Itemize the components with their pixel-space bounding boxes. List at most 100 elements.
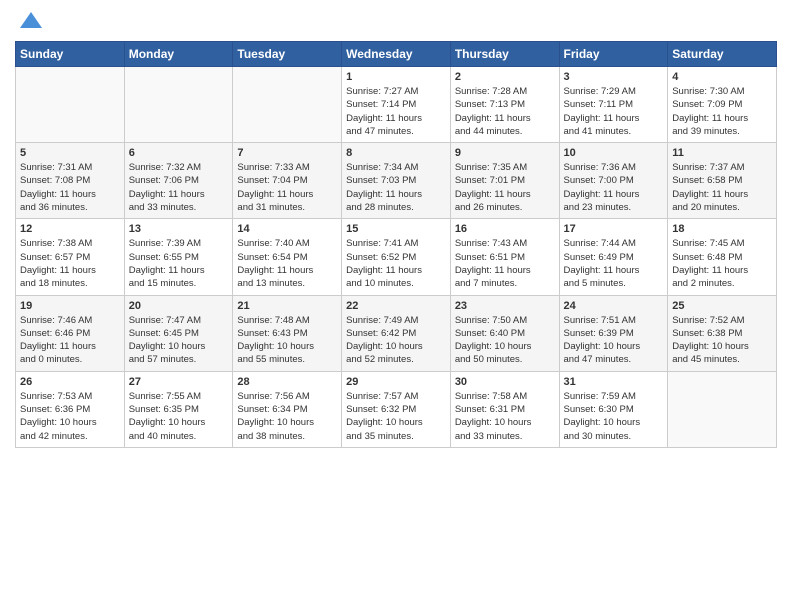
day-info: Sunrise: 7:27 AM Sunset: 7:14 PM Dayligh… xyxy=(346,85,446,138)
day-info: Sunrise: 7:49 AM Sunset: 6:42 PM Dayligh… xyxy=(346,314,446,367)
calendar-cell: 24 Sunrise: 7:51 AM Sunset: 6:39 PM Dayli… xyxy=(559,295,668,371)
logo-icon xyxy=(20,12,42,33)
day-number: 16 xyxy=(455,223,555,235)
day-number: 25 xyxy=(672,300,772,312)
day-number: 9 xyxy=(455,147,555,159)
day-number: 2 xyxy=(455,71,555,83)
day-info: Sunrise: 7:28 AM Sunset: 7:13 PM Dayligh… xyxy=(455,85,555,138)
day-info: Sunrise: 7:55 AM Sunset: 6:35 PM Dayligh… xyxy=(129,390,229,443)
day-number: 29 xyxy=(346,376,446,388)
day-info: Sunrise: 7:50 AM Sunset: 6:40 PM Dayligh… xyxy=(455,314,555,367)
day-number: 30 xyxy=(455,376,555,388)
day-number: 10 xyxy=(564,147,664,159)
day-info: Sunrise: 7:32 AM Sunset: 7:06 PM Dayligh… xyxy=(129,161,229,214)
calendar-cell: 11 Sunrise: 7:37 AM Sunset: 6:58 PM Dayli… xyxy=(668,143,777,219)
day-info: Sunrise: 7:39 AM Sunset: 6:55 PM Dayligh… xyxy=(129,237,229,290)
weekday-header-monday: Monday xyxy=(124,42,233,67)
day-info: Sunrise: 7:48 AM Sunset: 6:43 PM Dayligh… xyxy=(237,314,337,367)
day-info: Sunrise: 7:38 AM Sunset: 6:57 PM Dayligh… xyxy=(20,237,120,290)
calendar-cell: 5Sunrise: 7:31 AM Sunset: 7:08 PM Daylig… xyxy=(16,143,125,219)
calendar-cell: 23 Sunrise: 7:50 AM Sunset: 6:40 PM Dayli… xyxy=(450,295,559,371)
header xyxy=(15,10,777,33)
calendar-cell: 30 Sunrise: 7:58 AM Sunset: 6:31 PM Dayli… xyxy=(450,371,559,447)
day-info: Sunrise: 7:47 AM Sunset: 6:45 PM Dayligh… xyxy=(129,314,229,367)
day-number: 7 xyxy=(237,147,337,159)
day-number: 20 xyxy=(129,300,229,312)
calendar-week-5: 26Sunrise: 7:53 AM Sunset: 6:36 PM Dayli… xyxy=(16,371,777,447)
calendar-cell: 13 Sunrise: 7:39 AM Sunset: 6:55 PM Dayli… xyxy=(124,219,233,295)
calendar-cell: 12 Sunrise: 7:38 AM Sunset: 6:57 PM Dayli… xyxy=(16,219,125,295)
day-info: Sunrise: 7:41 AM Sunset: 6:52 PM Dayligh… xyxy=(346,237,446,290)
day-info: Sunrise: 7:40 AM Sunset: 6:54 PM Dayligh… xyxy=(237,237,337,290)
weekday-header-tuesday: Tuesday xyxy=(233,42,342,67)
day-number: 23 xyxy=(455,300,555,312)
day-info: Sunrise: 7:46 AM Sunset: 6:46 PM Dayligh… xyxy=(20,314,120,367)
calendar-cell: 2 Sunrise: 7:28 AM Sunset: 7:13 PM Daylig… xyxy=(450,67,559,143)
weekday-header-wednesday: Wednesday xyxy=(342,42,451,67)
day-number: 15 xyxy=(346,223,446,235)
day-info: Sunrise: 7:34 AM Sunset: 7:03 PM Dayligh… xyxy=(346,161,446,214)
calendar-cell: 4 Sunrise: 7:30 AM Sunset: 7:09 PM Daylig… xyxy=(668,67,777,143)
calendar-cell: 26Sunrise: 7:53 AM Sunset: 6:36 PM Dayli… xyxy=(16,371,125,447)
day-info: Sunrise: 7:59 AM Sunset: 6:30 PM Dayligh… xyxy=(564,390,664,443)
day-number: 13 xyxy=(129,223,229,235)
day-number: 28 xyxy=(237,376,337,388)
calendar-cell: 28 Sunrise: 7:56 AM Sunset: 6:34 PM Dayli… xyxy=(233,371,342,447)
day-info: Sunrise: 7:57 AM Sunset: 6:32 PM Dayligh… xyxy=(346,390,446,443)
calendar-cell: 1Sunrise: 7:27 AM Sunset: 7:14 PM Daylig… xyxy=(342,67,451,143)
calendar-week-1: 1Sunrise: 7:27 AM Sunset: 7:14 PM Daylig… xyxy=(16,67,777,143)
day-info: Sunrise: 7:35 AM Sunset: 7:01 PM Dayligh… xyxy=(455,161,555,214)
logo-area xyxy=(15,10,42,33)
calendar-cell: 17Sunrise: 7:44 AM Sunset: 6:49 PM Dayli… xyxy=(559,219,668,295)
day-info: Sunrise: 7:51 AM Sunset: 6:39 PM Dayligh… xyxy=(564,314,664,367)
weekday-header-sunday: Sunday xyxy=(16,42,125,67)
day-info: Sunrise: 7:29 AM Sunset: 7:11 PM Dayligh… xyxy=(564,85,664,138)
day-info: Sunrise: 7:58 AM Sunset: 6:31 PM Dayligh… xyxy=(455,390,555,443)
page: SundayMondayTuesdayWednesdayThursdayFrid… xyxy=(0,0,792,612)
day-number: 3 xyxy=(564,71,664,83)
calendar-cell: 10Sunrise: 7:36 AM Sunset: 7:00 PM Dayli… xyxy=(559,143,668,219)
day-info: Sunrise: 7:37 AM Sunset: 6:58 PM Dayligh… xyxy=(672,161,772,214)
calendar-cell: 29 Sunrise: 7:57 AM Sunset: 6:32 PM Dayli… xyxy=(342,371,451,447)
weekday-header-friday: Friday xyxy=(559,42,668,67)
calendar-cell: 19 Sunrise: 7:46 AM Sunset: 6:46 PM Dayli… xyxy=(16,295,125,371)
day-number: 14 xyxy=(237,223,337,235)
day-number: 19 xyxy=(20,300,120,312)
calendar-cell xyxy=(16,67,125,143)
day-number: 22 xyxy=(346,300,446,312)
day-number: 27 xyxy=(129,376,229,388)
calendar-week-3: 12 Sunrise: 7:38 AM Sunset: 6:57 PM Dayli… xyxy=(16,219,777,295)
calendar-cell: 18 Sunrise: 7:45 AM Sunset: 6:48 PM Dayli… xyxy=(668,219,777,295)
day-number: 18 xyxy=(672,223,772,235)
calendar-cell xyxy=(124,67,233,143)
weekday-header-saturday: Saturday xyxy=(668,42,777,67)
day-number: 11 xyxy=(672,147,772,159)
calendar-cell xyxy=(233,67,342,143)
calendar-table: SundayMondayTuesdayWednesdayThursdayFrid… xyxy=(15,41,777,448)
day-number: 24 xyxy=(564,300,664,312)
calendar-header: SundayMondayTuesdayWednesdayThursdayFrid… xyxy=(16,42,777,67)
day-number: 31 xyxy=(564,376,664,388)
day-info: Sunrise: 7:43 AM Sunset: 6:51 PM Dayligh… xyxy=(455,237,555,290)
day-number: 21 xyxy=(237,300,337,312)
day-number: 8 xyxy=(346,147,446,159)
day-info: Sunrise: 7:33 AM Sunset: 7:04 PM Dayligh… xyxy=(237,161,337,214)
day-number: 12 xyxy=(20,223,120,235)
calendar-cell: 8 Sunrise: 7:34 AM Sunset: 7:03 PM Daylig… xyxy=(342,143,451,219)
calendar-cell xyxy=(668,371,777,447)
calendar-cell: 22 Sunrise: 7:49 AM Sunset: 6:42 PM Dayli… xyxy=(342,295,451,371)
calendar-cell: 3 Sunrise: 7:29 AM Sunset: 7:11 PM Daylig… xyxy=(559,67,668,143)
day-info: Sunrise: 7:56 AM Sunset: 6:34 PM Dayligh… xyxy=(237,390,337,443)
calendar-cell: 9 Sunrise: 7:35 AM Sunset: 7:01 PM Daylig… xyxy=(450,143,559,219)
day-number: 4 xyxy=(672,71,772,83)
day-info: Sunrise: 7:30 AM Sunset: 7:09 PM Dayligh… xyxy=(672,85,772,138)
day-number: 6 xyxy=(129,147,229,159)
day-number: 5 xyxy=(20,147,120,159)
calendar-cell: 15 Sunrise: 7:41 AM Sunset: 6:52 PM Dayli… xyxy=(342,219,451,295)
calendar-cell: 14 Sunrise: 7:40 AM Sunset: 6:54 PM Dayli… xyxy=(233,219,342,295)
calendar-cell: 7 Sunrise: 7:33 AM Sunset: 7:04 PM Daylig… xyxy=(233,143,342,219)
day-info: Sunrise: 7:45 AM Sunset: 6:48 PM Dayligh… xyxy=(672,237,772,290)
calendar-cell: 31 Sunrise: 7:59 AM Sunset: 6:30 PM Dayli… xyxy=(559,371,668,447)
calendar-cell: 21 Sunrise: 7:48 AM Sunset: 6:43 PM Dayli… xyxy=(233,295,342,371)
day-number: 26 xyxy=(20,376,120,388)
